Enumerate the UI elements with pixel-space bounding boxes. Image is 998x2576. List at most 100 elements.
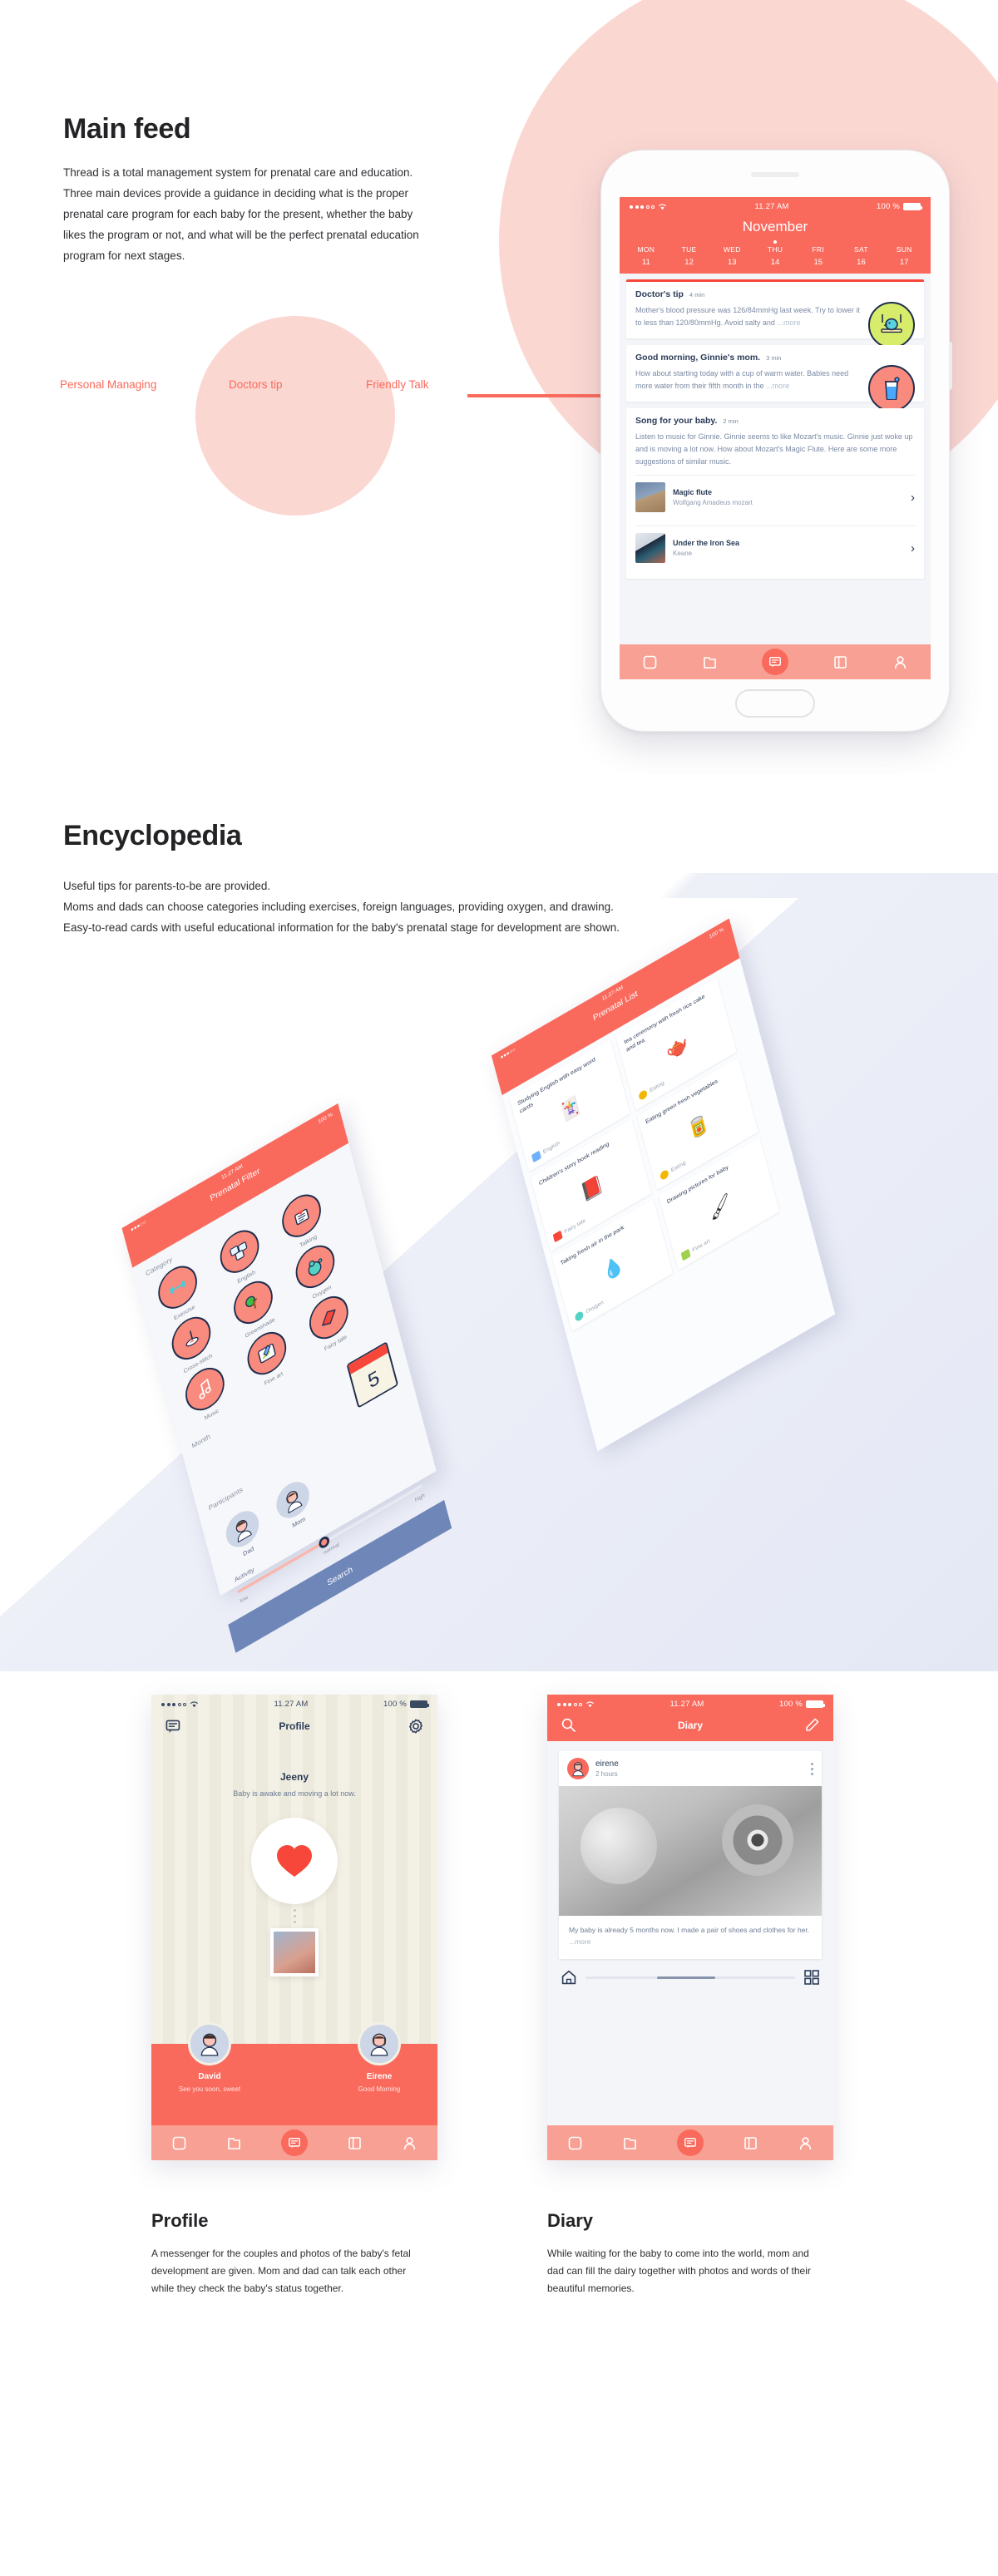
status-battery: 100 % [383, 1700, 429, 1709]
status-battery: 100 % [779, 1700, 825, 1709]
tag-friendly-talk[interactable]: Friendly Talk [366, 378, 429, 391]
feed-card-good-morning[interactable]: Good morning, Ginnie's mom. 3 min How ab… [626, 345, 924, 412]
book-tab-icon[interactable] [832, 654, 848, 670]
fetal-photo-card[interactable] [270, 1928, 319, 1976]
chat-tab-icon-active[interactable] [761, 649, 788, 675]
folder-tab-icon[interactable] [622, 2135, 638, 2151]
grid-icon[interactable] [803, 1969, 820, 1986]
note-tab-icon[interactable] [642, 654, 658, 670]
day-date: 15 [813, 258, 823, 267]
couple-message: See you soon, sweet [178, 2085, 241, 2093]
card-more-link[interactable]: ...more [777, 318, 800, 327]
calendar-day[interactable]: FRI 15 [797, 245, 840, 267]
status-signal [161, 1700, 199, 1708]
calendar-day[interactable]: WED 13 [710, 245, 753, 267]
person-tab-icon[interactable] [892, 654, 908, 670]
diary-post-caption: My baby is already 5 months now. I made … [559, 1916, 822, 1959]
day-date: 14 [770, 258, 780, 267]
note-tab-icon[interactable] [567, 2135, 583, 2151]
wifi-icon [659, 204, 666, 210]
card-header: Doctor's tip 4 min [635, 289, 915, 299]
poster-page: Main feed Thread is a total management s… [0, 0, 998, 2576]
battery-percent: 100 % [877, 202, 900, 211]
iso-battery: 100 % [709, 926, 725, 940]
more-options-icon[interactable] [811, 1762, 813, 1775]
heart-status-bubble[interactable] [251, 1818, 338, 1904]
song-list-item[interactable]: Under the Iron Sea Keane › [635, 526, 915, 570]
search-icon[interactable] [561, 1717, 576, 1733]
diary-post-card[interactable]: eirene 2 hours My baby is already 5 mont… [559, 1751, 822, 1959]
encyclopedia-line-1: Useful tips for parents-to-be are provid… [63, 880, 271, 892]
tag-personal-managing[interactable]: Personal Managing [60, 378, 156, 391]
couple-name: Eirene [366, 2072, 393, 2081]
phone-home-button[interactable] [735, 689, 815, 718]
eirene-avatar[interactable] [567, 1758, 589, 1779]
diary-post-author-block: eirene 2 hours [595, 1759, 619, 1778]
status-signal [557, 1700, 595, 1708]
phone-side-button[interactable] [949, 342, 952, 390]
day-date: 12 [684, 258, 694, 267]
feed-card-song[interactable]: Song for your baby. 2 min Listen to musi… [626, 408, 924, 579]
baby-status: Baby is awake and moving a lot now. [233, 1789, 356, 1798]
person-tab-icon[interactable] [402, 2135, 417, 2151]
couple-member-eirene[interactable]: Eirene Good Morning [339, 2022, 419, 2093]
chat-icon[interactable] [165, 1718, 181, 1735]
calendar-day[interactable]: MON 11 [625, 245, 668, 267]
book-tab-icon[interactable] [347, 2135, 363, 2151]
song-list-item[interactable]: Magic flute Wolfgang Amadeus mozart › [635, 475, 915, 519]
day-name: SUN [896, 245, 912, 254]
chevron-right-icon[interactable]: › [911, 491, 915, 504]
diary-scrollbar[interactable] [585, 1976, 795, 1979]
song-title: Magic flute [673, 488, 713, 496]
note-tab-icon[interactable] [171, 2135, 187, 2151]
profile-caption-body: A messenger for the couples and photos o… [151, 2248, 411, 2294]
day-name: MON [637, 245, 655, 254]
day-name: THU [767, 245, 783, 254]
gear-icon[interactable] [408, 1718, 424, 1735]
bottom-tab-bar [151, 2125, 437, 2160]
calendar-day[interactable]: SAT 16 [840, 245, 883, 267]
book-tab-icon[interactable] [743, 2135, 758, 2151]
chat-tab-icon-active[interactable] [676, 2129, 704, 2156]
pencil-icon[interactable] [804, 1717, 820, 1733]
diary-nav-bar: Diary [547, 1711, 833, 1741]
diary-caption-more-link[interactable]: ...more [569, 1937, 590, 1946]
signal-dots-icon [630, 205, 655, 209]
signal-dots-icon [557, 1702, 582, 1706]
calendar-day[interactable]: SUN 17 [882, 245, 926, 267]
chevron-right-icon[interactable]: › [911, 542, 915, 555]
diary-scroll-controls [547, 1959, 833, 1986]
card-header: Good morning, Ginnie's mom. 3 min [635, 353, 915, 363]
chat-tab-icon-active[interactable] [280, 2129, 308, 2156]
profile-caption-heading: Profile [151, 2210, 209, 2231]
profile-status-bar: 11.27 AM 100 % [151, 1695, 437, 1711]
song-artist: Keane [673, 550, 693, 557]
folder-tab-icon[interactable] [226, 2135, 242, 2151]
calendar-month: November [742, 219, 808, 234]
mom-avatar [358, 2022, 401, 2065]
phone-mockup-diary: 11.27 AM 100 % Diary eirene 2 hours My b… [547, 1695, 833, 2160]
feed-card-doctors-tip[interactable]: Doctor's tip 4 min Mother's blood pressu… [626, 279, 924, 348]
day-date: 11 [641, 258, 650, 267]
person-tab-icon[interactable] [798, 2135, 813, 2151]
calendar-day-selected[interactable]: THU 14 [753, 245, 797, 267]
card-title: Good morning, Ginnie's mom. [635, 353, 761, 363]
diary-status-bar: 11.27 AM 100 % [547, 1695, 833, 1711]
feed-header: 11.27 AM 100 % November MON 11 TUE 12 WE… [620, 197, 931, 274]
card-title: Song for your baby. [635, 416, 718, 426]
home-icon[interactable] [561, 1969, 577, 1986]
diary-scrollbar-thumb[interactable] [656, 1976, 716, 1979]
day-date: 17 [899, 258, 909, 267]
status-time: 11.27 AM [274, 1700, 309, 1709]
song-artist: Wolfgang Amadeus mozart [673, 499, 753, 506]
diary-caption-body: While waiting for the baby to come into … [547, 2248, 811, 2294]
card-more-link[interactable]: ...more [766, 382, 789, 390]
folder-tab-icon[interactable] [702, 654, 718, 670]
diary-page-title: Diary [677, 1719, 704, 1731]
calendar-day[interactable]: TUE 12 [668, 245, 711, 267]
tag-doctors-tip[interactable]: Doctors tip [229, 378, 283, 391]
couple-member-david[interactable]: David See you soon, sweet [170, 2022, 250, 2093]
calendar-week-strip: MON 11 TUE 12 WED 13 THU 14 FRI 15 SAT 1… [620, 245, 931, 267]
day-date: 16 [857, 258, 866, 267]
feed-screen: 11.27 AM 100 % November MON 11 TUE 12 WE… [620, 197, 931, 679]
